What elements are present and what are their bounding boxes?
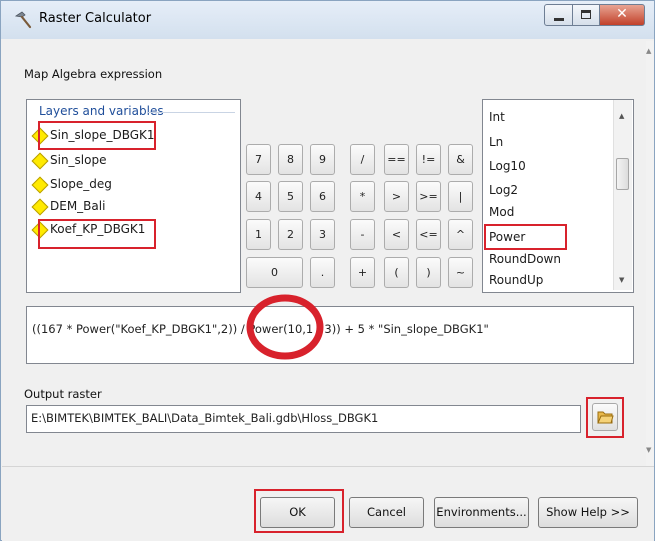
hammer-icon [14,11,32,29]
output-raster-value: E:\BIMTEK\BIMTEK_BALI\Data_Bimtek_Bali.g… [31,411,379,425]
window-title: Raster Calculator [39,11,152,26]
calc-key[interactable]: 1 [246,219,271,250]
cancel-button[interactable]: Cancel [349,497,424,528]
highlight-box [38,219,156,249]
calc-key[interactable]: != [416,144,441,175]
map-algebra-label: Map Algebra expression [24,67,163,81]
environments-button[interactable]: Environments... [434,497,529,528]
calc-key[interactable]: 9 [310,144,335,175]
calc-key[interactable]: & [448,144,473,175]
minimize-button[interactable] [544,4,573,26]
calc-key[interactable]: >= [416,181,441,212]
function-item[interactable]: RoundDown [489,252,561,266]
calc-key[interactable]: 8 [278,144,303,175]
calc-key[interactable]: 4 [246,181,271,212]
highlight-circle [246,294,324,360]
function-item[interactable]: Ln [489,135,503,149]
calc-key[interactable]: 7 [246,144,271,175]
scroll-down-icon[interactable]: ▼ [646,446,651,454]
calc-key[interactable]: - [350,219,375,250]
function-item[interactable]: RoundUp [489,273,543,287]
maximize-button[interactable] [572,4,600,26]
dialog-scrollbar[interactable]: ▲ ▼ [646,41,654,466]
minimize-icon [554,18,564,21]
raster-layer-icon [31,198,49,216]
header-divider [147,112,235,113]
calc-key[interactable]: ) [416,257,441,288]
output-raster-label: Output raster [24,387,102,401]
scroll-thumb[interactable] [616,158,629,190]
calc-key[interactable]: < [384,219,409,250]
layer-label: DEM_Bali [50,199,106,213]
scroll-down-icon[interactable]: ▼ [619,276,624,284]
calc-key[interactable]: ~ [448,257,473,288]
calc-key[interactable]: + [350,257,375,288]
function-list-scrollbar[interactable]: ▲ ▼ [613,100,632,290]
raster-layer-icon [31,152,49,170]
function-item[interactable]: Mod [489,205,514,219]
function-item[interactable]: Log10 [489,159,526,173]
calc-key[interactable]: | [448,181,473,212]
calc-key[interactable]: ^ [448,219,473,250]
close-button[interactable]: ✕ [599,4,645,26]
calc-key[interactable]: / [350,144,375,175]
function-item[interactable]: Log2 [489,183,518,197]
close-icon: ✕ [616,6,628,22]
highlight-box [38,121,156,150]
layers-header: Layers and variables [39,104,164,118]
show-help-button[interactable]: Show Help >> [538,497,638,528]
scroll-up-icon[interactable]: ▲ [619,112,624,120]
highlight-box [484,224,567,250]
calc-key[interactable]: . [310,257,335,288]
scroll-up-icon[interactable]: ▲ [646,47,651,55]
title-bar[interactable]: Raster Calculator ✕ [1,1,654,39]
calc-key-zero[interactable]: 0 [246,257,303,288]
calc-key[interactable]: ( [384,257,409,288]
function-item[interactable]: Int [489,110,505,124]
layer-label: Slope_deg [50,177,112,191]
calc-key[interactable]: <= [416,219,441,250]
calc-key[interactable]: * [350,181,375,212]
maximize-icon [581,10,591,19]
layer-label: Sin_slope [50,153,107,167]
raster-layer-icon [31,176,49,194]
highlight-box [254,489,344,533]
highlight-box [586,397,624,438]
calc-key[interactable]: 5 [278,181,303,212]
output-raster-field[interactable]: E:\BIMTEK\BIMTEK_BALI\Data_Bimtek_Bali.g… [26,405,581,433]
function-list[interactable]: Int Ln Log10 Log2 Mod Power RoundDown Ro… [482,99,634,293]
expression-textarea[interactable]: ((167 * Power("Koef_KP_DBGK1",2)) / Powe… [26,306,634,364]
calc-key[interactable]: == [384,144,409,175]
calc-key[interactable]: 2 [278,219,303,250]
calc-key[interactable]: 3 [310,219,335,250]
calc-key[interactable]: > [384,181,409,212]
raster-calculator-window: Raster Calculator ✕ ▲ ▼ Map Algebra expr… [0,0,655,541]
calc-key[interactable]: 6 [310,181,335,212]
